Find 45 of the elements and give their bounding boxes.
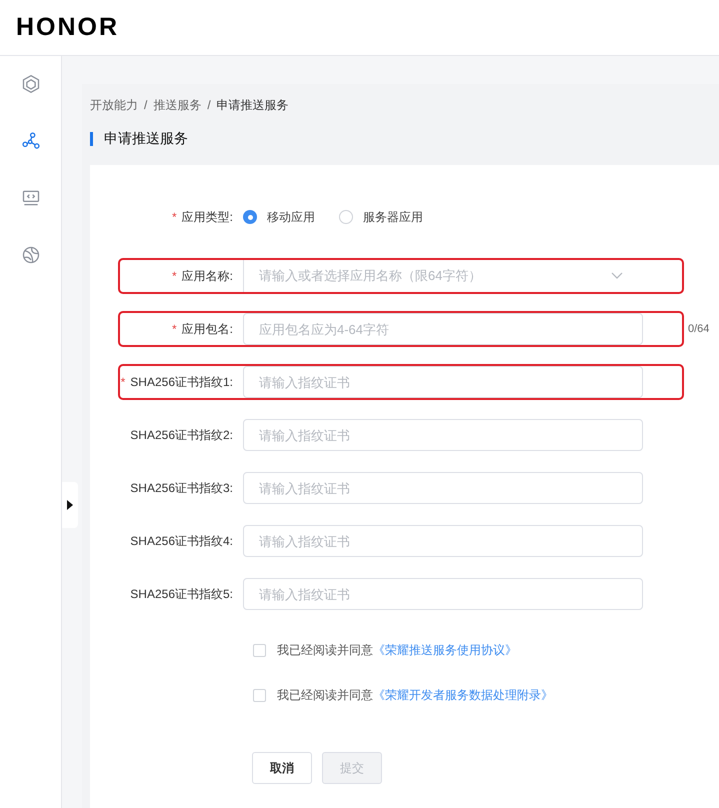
cube-icon[interactable] <box>20 74 40 94</box>
breadcrumb-item: 申请推送服务 <box>216 97 289 114</box>
agreement-link[interactable]: 《荣耀开发者服务数据处理附录》 <box>373 686 553 704</box>
field-label: 应用类型: <box>182 209 233 226</box>
required-mark: * <box>172 321 177 338</box>
page-title: 申请推送服务 <box>104 129 188 148</box>
cancel-button[interactable]: 取消 <box>252 752 312 784</box>
required-mark: * <box>120 374 126 391</box>
breadcrumb-item[interactable]: 推送服务 <box>153 96 202 114</box>
code-monitor-icon[interactable] <box>20 188 40 208</box>
chevron-down-icon <box>611 272 623 280</box>
nodes-icon[interactable] <box>20 131 40 151</box>
field-label: 应用名称: <box>182 268 233 285</box>
text-field[interactable]: 请输入指纹证书 <box>243 366 643 398</box>
agreement-link[interactable]: 《荣耀推送服务使用协议》 <box>373 641 517 659</box>
breadcrumb-separator: / <box>144 97 148 114</box>
text-field[interactable]: 请输入指纹证书 <box>243 525 643 557</box>
field-label: SHA256证书指纹4: <box>130 533 233 550</box>
breadcrumb-item[interactable]: 开放能力 <box>90 96 138 114</box>
field-label: SHA256证书指纹1: <box>130 374 233 391</box>
select-placeholder: 请输入或者选择应用名称（限64字符） <box>259 267 482 286</box>
text-field[interactable]: 请输入指纹证书 <box>243 472 643 504</box>
play-icon <box>66 499 74 511</box>
brand-logo: HONOR <box>16 12 120 43</box>
required-mark: * <box>172 209 177 226</box>
agreement-text: 我已经阅读并同意 <box>277 642 373 659</box>
sidebar-expand-handle[interactable] <box>62 482 78 528</box>
text-field[interactable]: 请输入指纹证书 <box>243 578 643 610</box>
breadcrumb-separator: / <box>207 97 211 114</box>
globe-icon[interactable] <box>20 245 40 265</box>
radio-button[interactable] <box>339 210 353 224</box>
radio-button[interactable] <box>243 210 257 224</box>
radio-label[interactable]: 移动应用 <box>267 208 315 226</box>
field-label: 应用包名: <box>182 321 233 338</box>
field-label: SHA256证书指纹5: <box>130 586 233 603</box>
text-field[interactable]: 应用包名应为4-64字符 <box>243 313 643 345</box>
required-mark: * <box>172 268 177 285</box>
field-label: SHA256证书指纹2: <box>130 427 233 444</box>
agreement-text: 我已经阅读并同意 <box>277 687 373 704</box>
radio-label[interactable]: 服务器应用 <box>363 208 423 226</box>
field-label: SHA256证书指纹3: <box>130 480 233 497</box>
checkbox[interactable] <box>253 644 266 656</box>
text-field[interactable]: 请输入指纹证书 <box>243 419 643 451</box>
character-counter: 0/64 <box>688 322 710 337</box>
checkbox[interactable] <box>253 688 266 702</box>
